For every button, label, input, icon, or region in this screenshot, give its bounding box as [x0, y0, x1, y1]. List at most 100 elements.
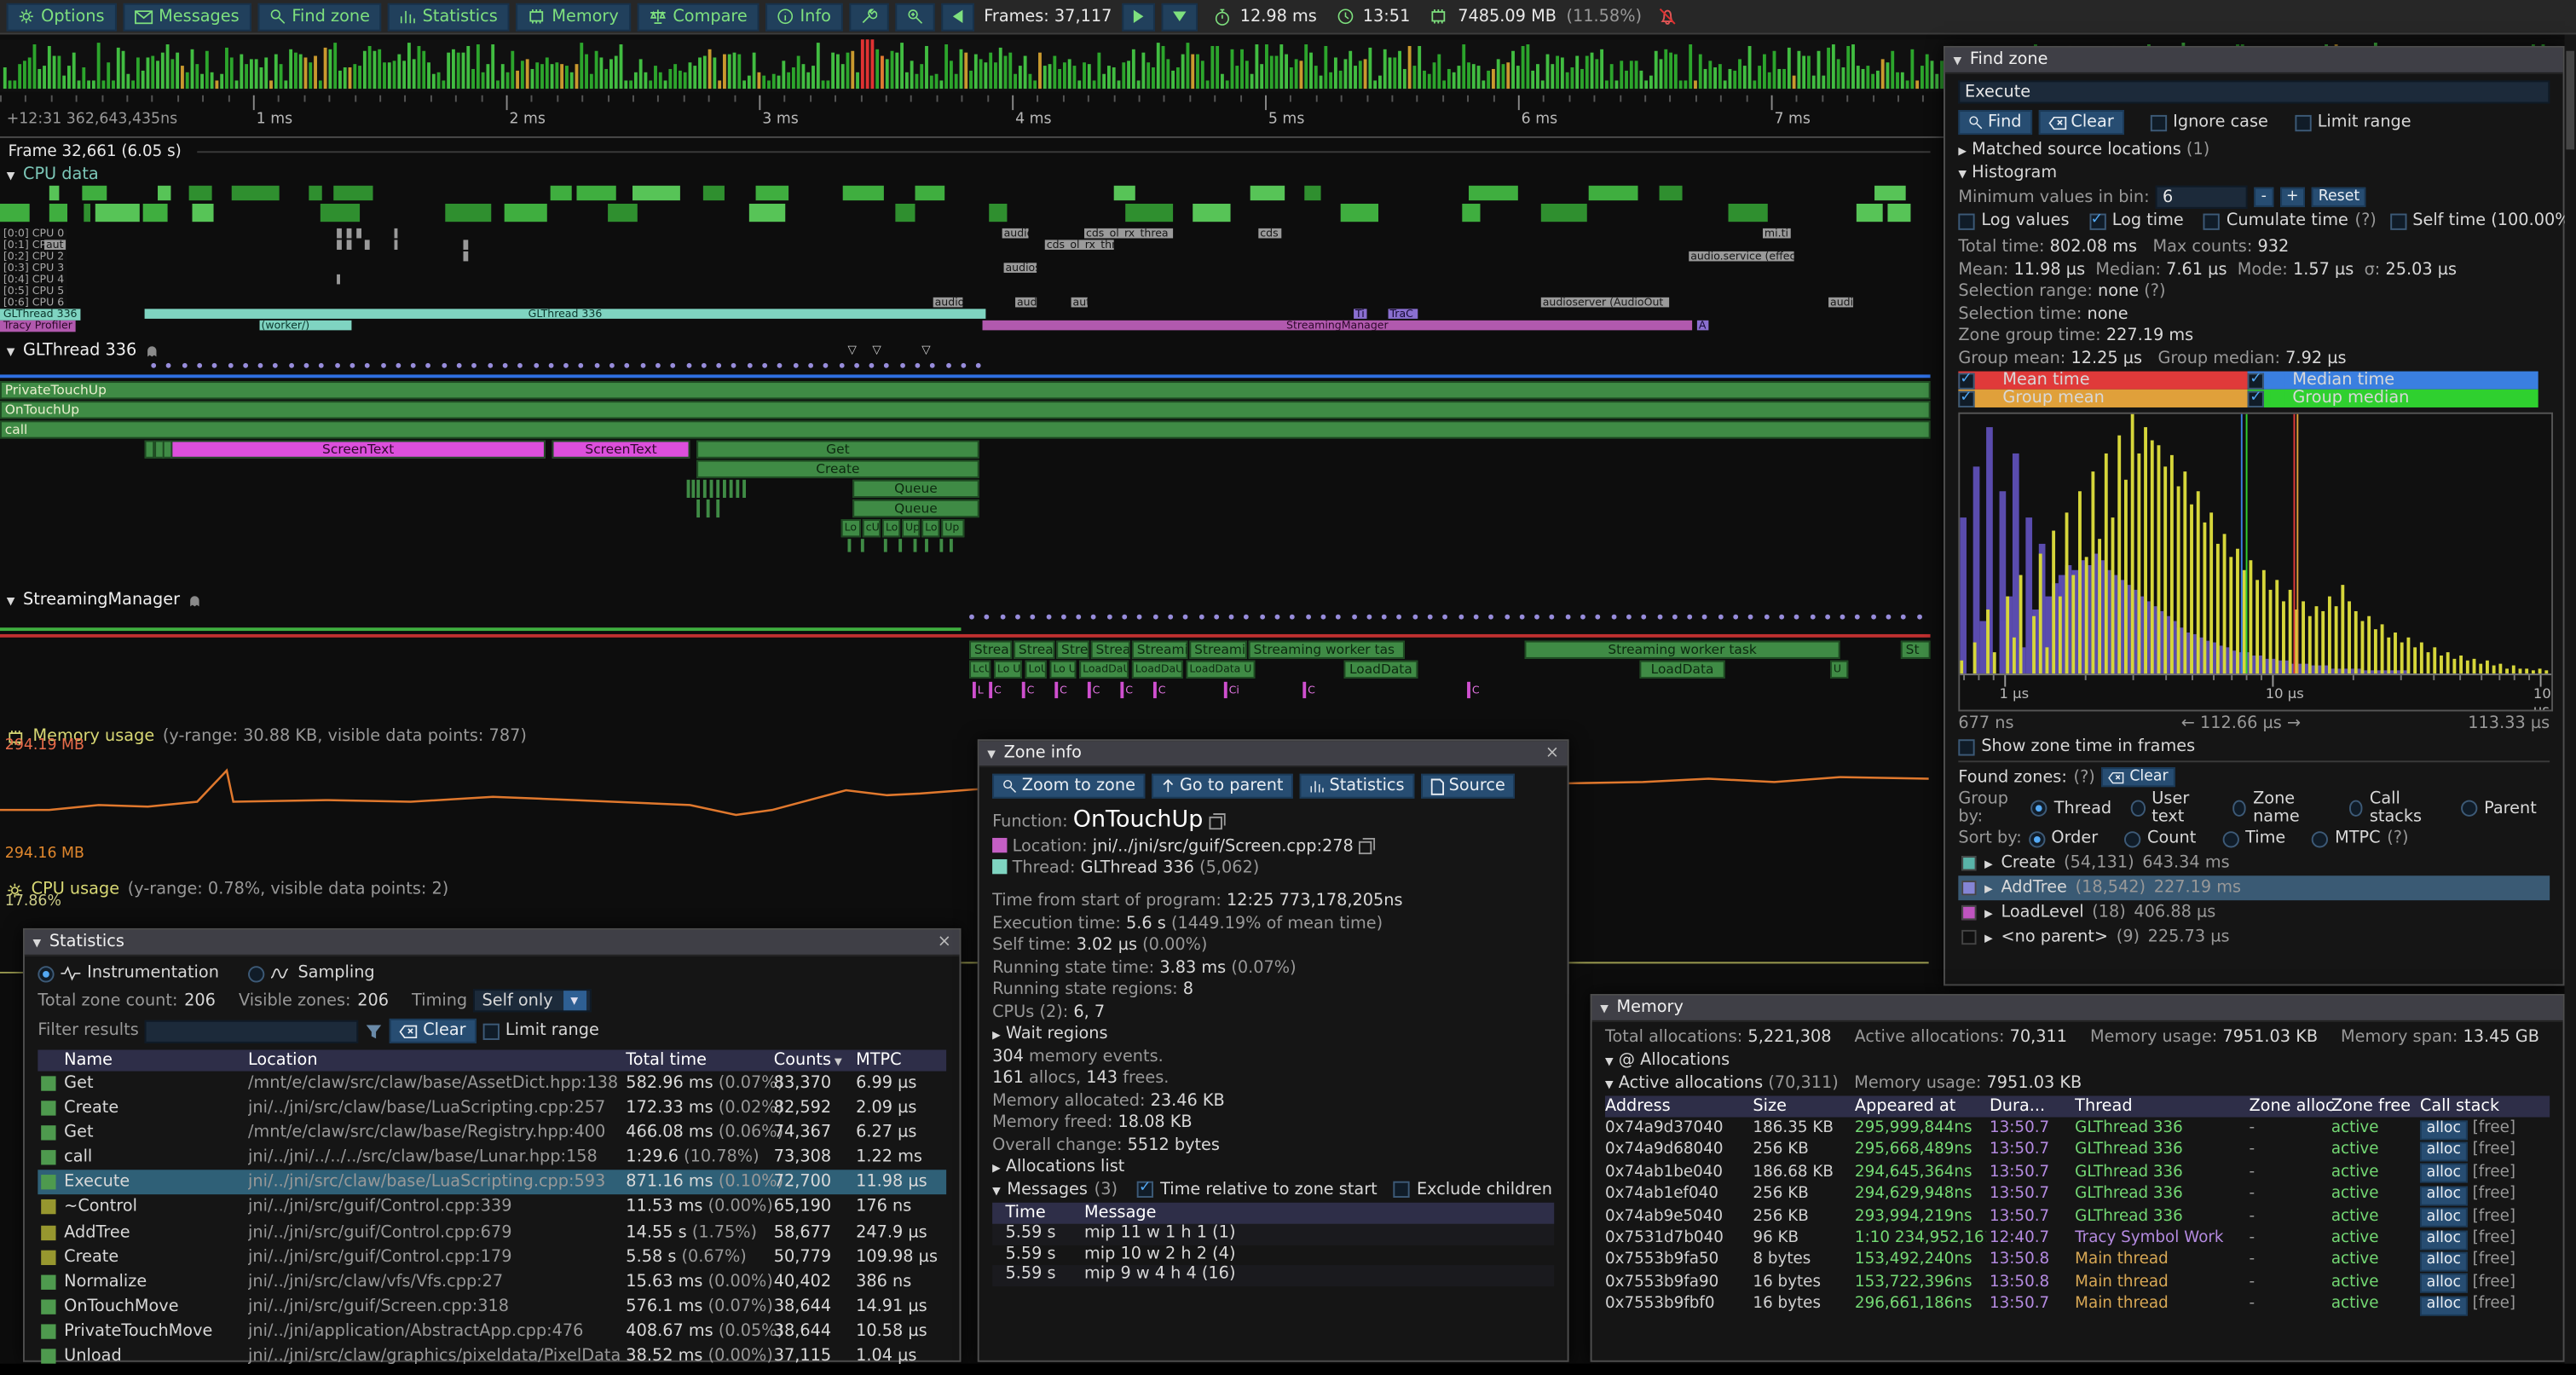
zone-segment[interactable]: PrivateTouchUp: [0, 381, 1931, 399]
radio[interactable]: [2028, 830, 2044, 846]
find-zone-titlebar[interactable]: Find zone: [1945, 48, 2563, 74]
section-cpu-data[interactable]: CPU data: [7, 166, 99, 184]
statistics-button[interactable]: Statistics: [388, 3, 509, 31]
zone-segment[interactable]: Lo: [882, 519, 900, 537]
zone-segment[interactable]: [356, 228, 361, 239]
close-icon[interactable]: ×: [938, 933, 951, 951]
zone-segment[interactable]: Streaming worker tas: [1249, 641, 1405, 659]
group-by-radio[interactable]: Parent: [2461, 800, 2537, 817]
allocations-list-toggle[interactable]: Allocations list: [992, 1158, 1554, 1176]
clear-filter-button[interactable]: Clear: [390, 1019, 477, 1043]
zone-segment[interactable]: [939, 539, 943, 552]
checkbox[interactable]: [2389, 213, 2406, 229]
histogram-toggle[interactable]: Histogram: [1958, 164, 2550, 182]
zone-segment[interactable]: C: [1302, 682, 1315, 698]
zone-segment[interactable]: [716, 500, 719, 517]
free-callstack-link[interactable]: [free]: [2473, 1229, 2515, 1247]
message-row[interactable]: 5.59 smip 9 w 4 h 4 (16): [992, 1265, 1554, 1285]
free-callstack-link[interactable]: [free]: [2473, 1118, 2515, 1136]
zone-segment[interactable]: Up: [941, 519, 964, 537]
free-callstack-link[interactable]: [free]: [2473, 1163, 2515, 1181]
allocations-toggle[interactable]: @ Allocations: [1605, 1051, 2550, 1069]
zone-segment[interactable]: cds_ol_rx_thr: [1045, 240, 1114, 250]
find-button[interactable]: Find: [1958, 110, 2031, 135]
found-zone-row[interactable]: <no parent> (9) 225.73 µs: [1958, 925, 2550, 950]
zone-segment[interactable]: [710, 480, 713, 498]
found-zone-row[interactable]: LoadLevel (18) 406.88 µs: [1958, 900, 2550, 925]
free-callstack-link[interactable]: [free]: [2473, 1185, 2515, 1203]
zone-segment[interactable]: U: [1830, 661, 1848, 679]
wait-regions-toggle[interactable]: Wait regions: [992, 1025, 1554, 1043]
zone-segment[interactable]: Queue: [852, 500, 979, 517]
checkbox[interactable]: [1958, 373, 1974, 389]
radio[interactable]: [2131, 800, 2145, 817]
zone-segment[interactable]: LoadData U: [1187, 661, 1256, 679]
zone-segment[interactable]: LoadDaU: [1132, 661, 1183, 679]
reset-button[interactable]: Reset: [2312, 188, 2366, 207]
clear-found-button[interactable]: Clear: [2102, 767, 2175, 787]
group-by-radio[interactable]: Call stacks: [2349, 790, 2441, 826]
active-allocations-toggle[interactable]: Active allocations (70,311) Memory usage…: [1605, 1073, 2550, 1091]
zone-segment[interactable]: LcU: [969, 661, 991, 679]
alloc-callstack-button[interactable]: alloc: [2420, 1274, 2468, 1294]
zone-segment[interactable]: Get: [696, 441, 979, 459]
table-row[interactable]: Get /mnt/e/claw/src/claw/base/AssetDict.…: [38, 1072, 946, 1096]
zone-segment[interactable]: GLThread 336: [145, 309, 986, 319]
zone-segment[interactable]: audiose: [1004, 263, 1037, 273]
show-zone-time-checkbox[interactable]: [1958, 738, 1974, 754]
zone-segment[interactable]: C: [1120, 682, 1133, 698]
zoom-tool-button[interactable]: [895, 3, 934, 31]
radio[interactable]: [2461, 800, 2477, 817]
section-cpu-usage[interactable]: CPU usage(y-range: 0.78%, visible data p…: [7, 881, 449, 898]
zone-segment[interactable]: A: [1697, 321, 1708, 331]
message-marker-icon[interactable]: [847, 344, 856, 356]
zone-segment[interactable]: [696, 500, 700, 517]
table-row[interactable]: OnTouchMove jni/../jni/src/guif/Screen.c…: [38, 1294, 946, 1319]
alloc-callstack-button[interactable]: alloc: [2420, 1186, 2468, 1205]
table-row[interactable]: 0x74ab9e5040 256 KB 293,994,219ns 13:50.…: [1605, 1205, 2550, 1228]
zone-statistics-button[interactable]: Statistics: [1300, 774, 1414, 799]
zone-segment[interactable]: [950, 539, 953, 552]
free-callstack-link[interactable]: [free]: [2473, 1207, 2515, 1225]
memory-table-header[interactable]: Address Size Appeared at Dura... Thread …: [1605, 1096, 2550, 1118]
play-button[interactable]: [1122, 3, 1155, 31]
scrollbar-thumb[interactable]: [2566, 51, 2574, 150]
table-row[interactable]: PrivateTouchMove jni/../jni/application/…: [38, 1320, 946, 1344]
table-row[interactable]: call jni/../jni/../../../src/claw/base/L…: [38, 1146, 946, 1170]
zone-segment[interactable]: C: [1467, 682, 1480, 698]
zone-segment[interactable]: [337, 240, 342, 250]
zone-segment[interactable]: [898, 539, 902, 552]
table-row[interactable]: 0x74ab1ef040 256 KB 294,629,948ns 13:50.…: [1605, 1183, 2550, 1205]
zone-segment[interactable]: [687, 480, 690, 498]
alloc-callstack-button[interactable]: alloc: [2420, 1120, 2468, 1140]
zone-segment[interactable]: Queue: [852, 480, 979, 498]
zone-segment[interactable]: audio.: [1015, 298, 1037, 308]
table-row[interactable]: 0x74a9d68040 256 KB 295,668,489ns 13:50.…: [1605, 1139, 2550, 1161]
alloc-callstack-button[interactable]: alloc: [2420, 1208, 2468, 1228]
zone-segment[interactable]: C: [1022, 682, 1035, 698]
table-row[interactable]: 0x7531d7b040 96 KB 1:10 234,952,161 12:4…: [1605, 1228, 2550, 1250]
zone-segment[interactable]: Lo U: [1050, 661, 1077, 679]
bin-plus-button[interactable]: +: [2279, 188, 2305, 207]
zone-segment[interactable]: Stre: [1056, 641, 1089, 659]
funnel-icon[interactable]: [366, 1023, 384, 1039]
sort-by-radio[interactable]: MTPC(?): [2312, 829, 2408, 847]
zone-segment[interactable]: [707, 500, 710, 517]
prev-frame-button[interactable]: [941, 3, 974, 31]
histogram-option[interactable]: Log values: [1958, 212, 2076, 230]
table-row[interactable]: AddTree jni/../jni/src/guif/Control.cpp:…: [38, 1220, 946, 1245]
zone-segment[interactable]: [347, 228, 352, 239]
section-glthread[interactable]: GLThread 336: [7, 342, 160, 360]
zone-segment[interactable]: cds: [1258, 228, 1281, 239]
zone-segment[interactable]: LoadData: [1639, 661, 1724, 679]
table-row[interactable]: Create jni/../jni/src/guif/Control.cpp:1…: [38, 1245, 946, 1269]
filter-input[interactable]: [145, 1020, 359, 1043]
zone-segment[interactable]: C: [1153, 682, 1166, 698]
zone-segment[interactable]: [463, 240, 468, 250]
zone-segment[interactable]: [847, 539, 851, 552]
memory-titlebar[interactable]: Memory: [1592, 996, 2563, 1022]
zone-segment[interactable]: [347, 240, 352, 250]
table-row[interactable]: Unload jni/../jni/src/claw/graphics/pixe…: [38, 1344, 946, 1369]
instrumentation-radio[interactable]: [38, 965, 54, 981]
frame-info-label[interactable]: Frame 32,661 (6.05 s): [9, 143, 182, 161]
